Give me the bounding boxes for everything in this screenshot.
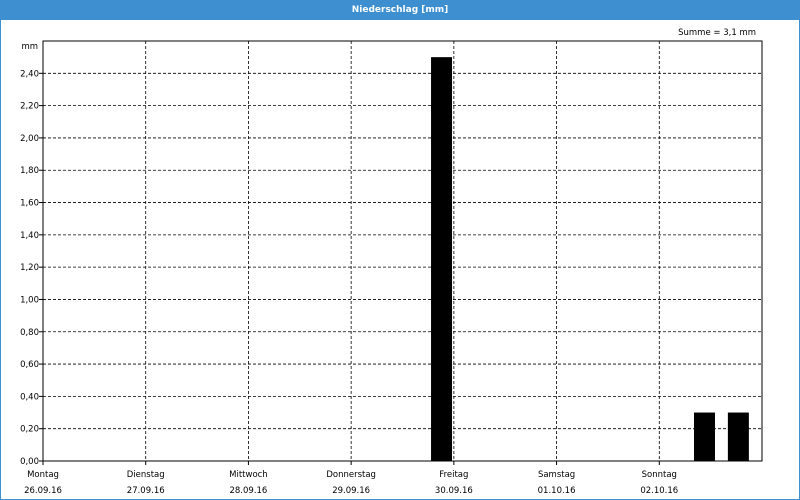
precipitation-bar bbox=[431, 57, 453, 462]
x-tick-weekday: Montag bbox=[27, 470, 59, 480]
chart-window: Niederschlag [mm] Summe = 3,1 mm mm 0,00… bbox=[0, 0, 800, 500]
x-tick-weekday: Samstag bbox=[538, 470, 575, 480]
precipitation-chart: Summe = 3,1 mm mm 0,00 0,20 0,40 0,60 0,80 1,… bbox=[20, 28, 763, 496]
y-tick-label: 1,60 bbox=[20, 199, 39, 209]
x-tick-weekday: Dienstag bbox=[127, 470, 165, 480]
x-tick-date: 02.10.16 bbox=[640, 486, 678, 496]
y-tick-label: 0,80 bbox=[20, 328, 39, 338]
y-tick-label: 0,40 bbox=[20, 392, 39, 402]
x-tick-weekday: Freitag bbox=[439, 470, 468, 480]
precipitation-bar bbox=[727, 412, 749, 461]
sum-label: Summe = 3,1 mm bbox=[678, 28, 756, 38]
y-tick-label: 1,00 bbox=[20, 295, 39, 305]
x-tick-date: 29.09.16 bbox=[332, 486, 370, 496]
y-tick-label: 1,20 bbox=[20, 263, 39, 273]
x-tick-date: 01.10.16 bbox=[538, 486, 576, 496]
x-tick-date: 26.09.16 bbox=[24, 486, 62, 496]
x-tick-weekday: Donnerstag bbox=[326, 470, 376, 480]
y-tick-label: 0,60 bbox=[20, 360, 39, 370]
x-tick-date: 28.09.16 bbox=[229, 486, 267, 496]
y-tick-label: 2,40 bbox=[20, 69, 39, 79]
x-tick-date: 30.09.16 bbox=[435, 486, 473, 496]
y-tick-label: 0,20 bbox=[20, 425, 39, 435]
y-tick-label: 2,00 bbox=[20, 134, 39, 144]
x-tick-date: 27.09.16 bbox=[127, 486, 165, 496]
x-tick-weekday: Sonntag bbox=[642, 470, 677, 480]
y-tick-label: 1,80 bbox=[20, 166, 39, 176]
plot-area bbox=[42, 40, 763, 462]
x-tick-weekday: Mittwoch bbox=[229, 470, 268, 480]
precipitation-bar bbox=[693, 412, 715, 461]
y-tick-label: 2,20 bbox=[20, 102, 39, 112]
y-axis-unit: mm bbox=[21, 42, 38, 52]
y-tick-label: 1,40 bbox=[20, 231, 39, 241]
y-tick-label: 0,00 bbox=[20, 457, 39, 467]
